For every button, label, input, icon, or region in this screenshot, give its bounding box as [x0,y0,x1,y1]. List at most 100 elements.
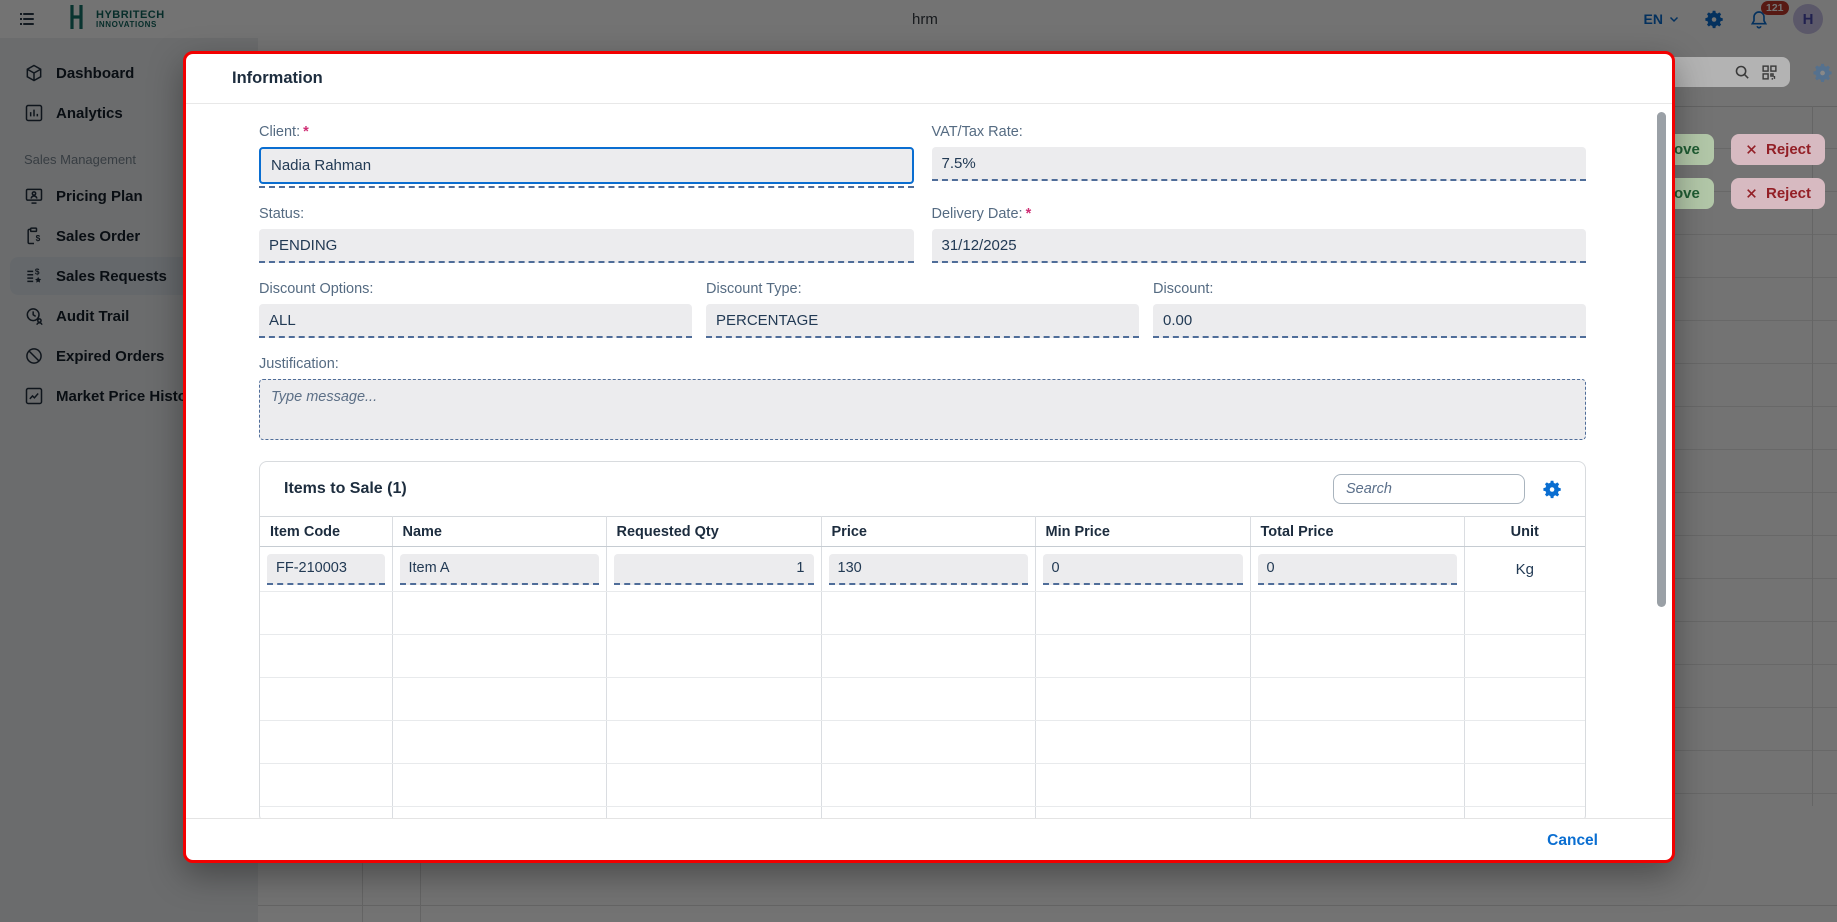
reject-button[interactable]: Reject [1731,178,1825,209]
x-icon [1745,143,1758,156]
status-field-group: Status: PENDING [259,206,914,263]
search-icon [1734,64,1751,81]
min-price-cell: 0 [1035,547,1250,592]
requested-qty-input[interactable]: 1 [614,554,814,585]
empty-table-row [260,592,1585,635]
modal-header: Information [186,54,1672,104]
delivery-date-field[interactable]: 31/12/2025 [932,229,1587,263]
unit-cell: Kg [1464,547,1585,592]
empty-cell [392,807,606,819]
status-label-text: Status: [259,206,304,222]
empty-cell [260,678,392,721]
justification-field-group: Justification: [259,356,1586,445]
delivery-date-label: Delivery Date:* [932,206,1587,222]
empty-cell [1250,721,1464,764]
empty-cell [1464,807,1585,819]
modal-scrollbar-thumb[interactable] [1657,112,1666,607]
empty-cell [606,635,821,678]
status-label: Status: [259,206,914,222]
empty-cell [606,678,821,721]
min-price-input[interactable]: 0 [1043,554,1243,585]
modal-title: Information [232,69,323,88]
reject-button[interactable]: Reject [1731,134,1825,165]
total-price-input[interactable]: 0 [1258,554,1457,585]
item-code-input[interactable]: FF-210003 [267,554,385,585]
cancel-button[interactable]: Cancel [1547,832,1598,850]
client-input[interactable] [259,147,914,184]
name-cell: Item A [392,547,606,592]
empty-cell [606,764,821,807]
client-label: Client:* [259,124,914,140]
background-settings-icon[interactable] [1812,62,1834,89]
empty-cell [821,592,1035,635]
reject-label: Reject [1766,185,1811,202]
empty-cell [606,807,821,819]
modal-footer: Cancel [186,818,1672,863]
empty-cell [821,764,1035,807]
discount-options-field[interactable]: ALL [259,304,692,338]
empty-cell [821,807,1035,819]
justification-textarea[interactable] [259,379,1586,440]
empty-cell [392,635,606,678]
items-card-header: Items to Sale (1) [260,462,1585,516]
items-search-input[interactable] [1334,481,1539,497]
empty-cell [1035,807,1250,819]
empty-cell [821,678,1035,721]
empty-table-row [260,635,1585,678]
discount-options-label: Discount Options: [259,281,692,297]
empty-cell [260,764,392,807]
items-search-box [1333,474,1525,504]
empty-cell [260,807,392,819]
vat-field-group: VAT/Tax Rate: 7.5% [932,124,1587,188]
discount-field[interactable]: 0.00 [1153,304,1586,338]
empty-cell [1035,635,1250,678]
column-header-price: Price [821,517,1035,547]
empty-cell [392,721,606,764]
discount-options-field-group: Discount Options: ALL [259,281,692,338]
information-modal: Information Client:* VAT/Tax Rate: 7.5% … [183,51,1675,863]
empty-cell [392,764,606,807]
price-input[interactable]: 130 [829,554,1028,585]
vat-field[interactable]: 7.5% [932,147,1587,181]
items-table-row: FF-210003 Item A 1 130 0 0 Kg [260,547,1585,592]
price-cell: 130 [821,547,1035,592]
column-header-requested-qty: Requested Qty [606,517,821,547]
name-input[interactable]: Item A [400,554,599,585]
empty-table-row [260,721,1585,764]
empty-cell [260,721,392,764]
requested-qty-cell: 1 [606,547,821,592]
empty-cell [1464,764,1585,807]
item-code-cell: FF-210003 [260,547,392,592]
justification-label: Justification: [259,356,1586,372]
discount-type-label-text: Discount Type: [706,281,802,297]
empty-cell [392,678,606,721]
vat-label-text: VAT/Tax Rate: [932,124,1023,140]
empty-cell [606,721,821,764]
discount-type-field[interactable]: PERCENTAGE [706,304,1139,338]
justification-label-text: Justification: [259,356,339,372]
status-field[interactable]: PENDING [259,229,914,263]
empty-table-row [260,807,1585,819]
empty-cell [821,721,1035,764]
empty-cell [392,592,606,635]
empty-cell [1464,678,1585,721]
empty-cell [606,592,821,635]
empty-cell [1464,721,1585,764]
delivery-date-label-text: Delivery Date: [932,206,1023,222]
reject-label: Reject [1766,141,1811,158]
items-table: Item Code Name Requested Qty Price Min P… [260,516,1585,818]
empty-cell [1035,678,1250,721]
vat-label: VAT/Tax Rate: [932,124,1587,140]
client-input-wrap [259,147,914,188]
items-settings-icon[interactable] [1542,479,1563,500]
empty-cell [260,592,392,635]
x-icon [1745,187,1758,200]
empty-cell [1250,764,1464,807]
empty-cell [1250,635,1464,678]
items-card-title: Items to Sale (1) [284,480,407,498]
column-header-min-price: Min Price [1035,517,1250,547]
total-price-cell: 0 [1250,547,1464,592]
required-marker: * [303,124,309,140]
discount-label: Discount: [1153,281,1586,297]
empty-cell [260,635,392,678]
